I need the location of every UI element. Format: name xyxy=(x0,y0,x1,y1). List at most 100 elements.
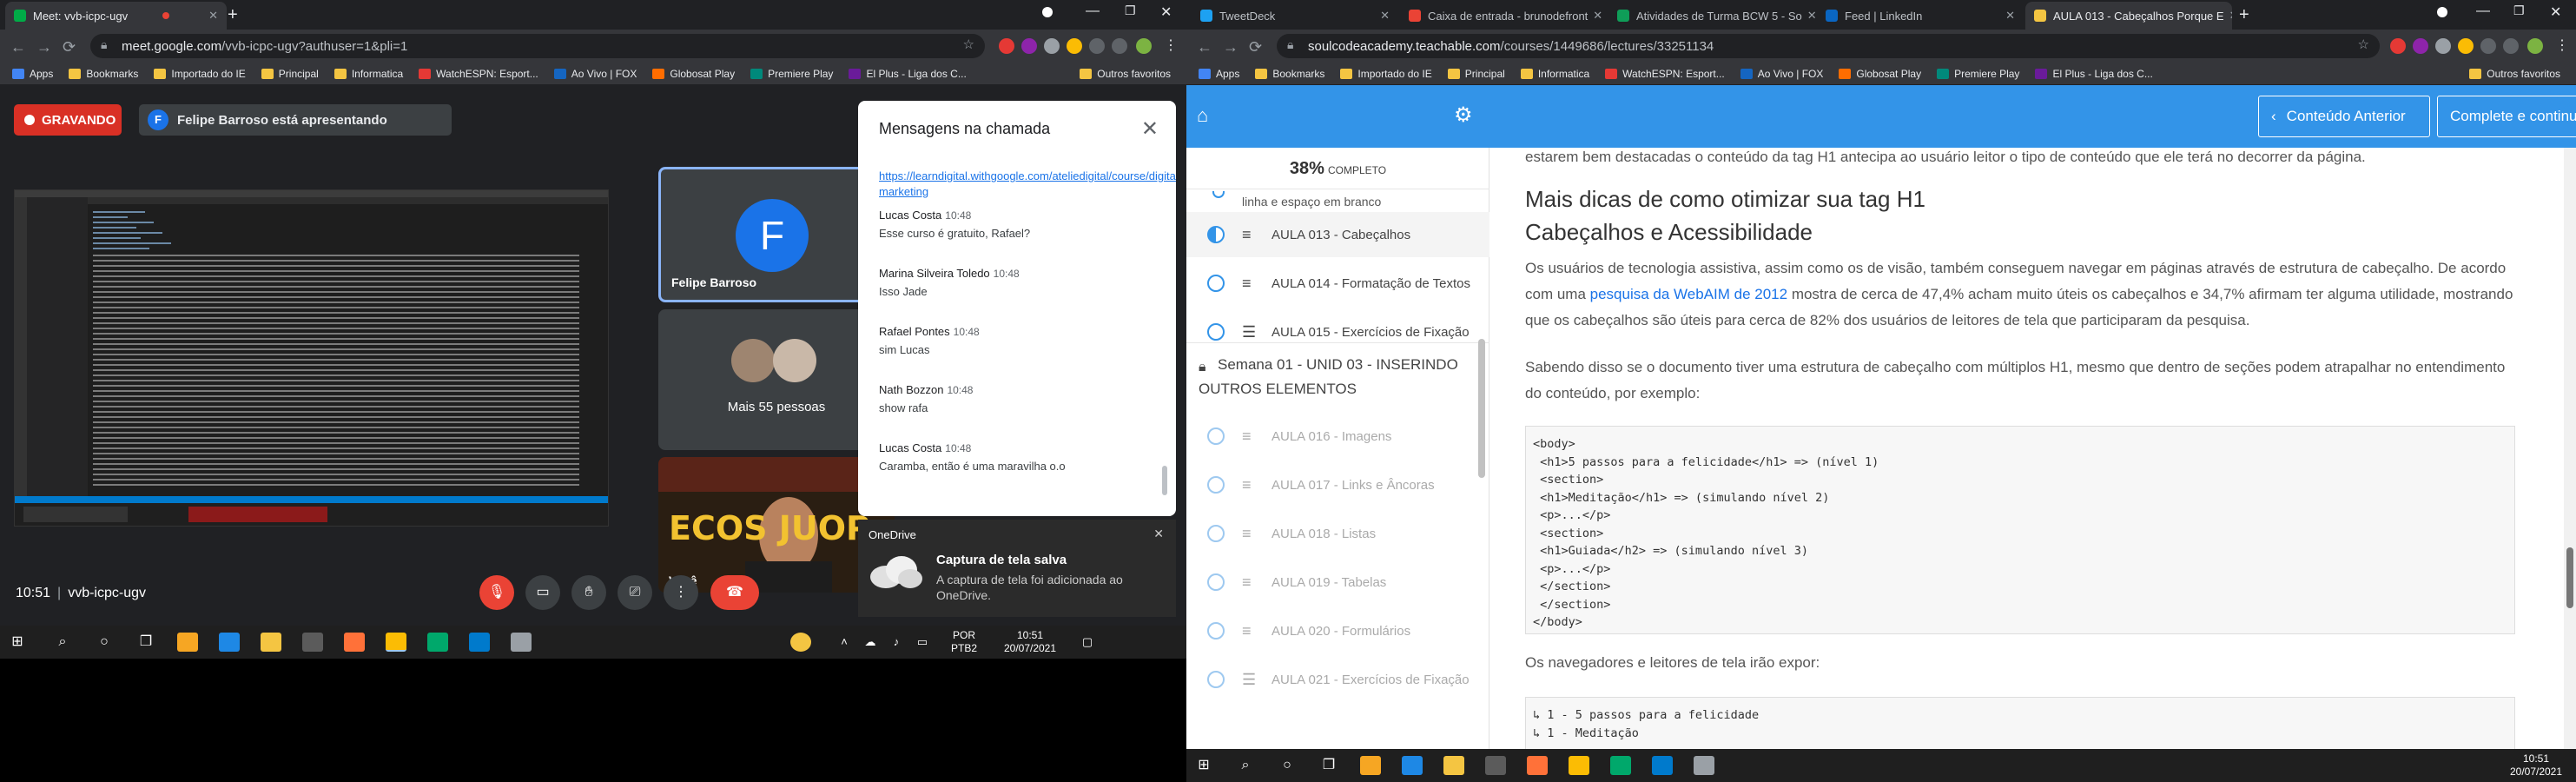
incomplete-circle-icon[interactable] xyxy=(1207,525,1225,542)
previous-content-button[interactable]: ‹ Conteúdo Anterior xyxy=(2258,96,2430,137)
maximize-icon[interactable]: ❐ xyxy=(1125,3,1136,18)
search-icon[interactable]: ⌕ xyxy=(52,633,73,652)
tab-gmail[interactable]: Caixa de entrada - brunodefront ✕ xyxy=(1400,2,1607,30)
bookmark-principal[interactable]: Principal xyxy=(261,68,319,80)
clock[interactable]: 10:51 20/07/2021 xyxy=(995,629,1065,655)
new-tab-icon[interactable]: + xyxy=(2239,5,2249,25)
windows-start-icon[interactable]: ⊞ xyxy=(1193,756,1214,775)
tab-meet[interactable]: Meet: vvb-icpc-ugv ✕ xyxy=(5,2,227,30)
cortana-icon[interactable]: ○ xyxy=(1277,756,1298,775)
incomplete-circle-icon[interactable] xyxy=(1207,476,1225,494)
complete-continue-button[interactable]: Complete e continue› xyxy=(2437,96,2576,137)
bookmark-informatica[interactable]: Informatica xyxy=(334,68,403,80)
network-icon[interactable]: ☁︎ xyxy=(860,633,881,652)
minimize-icon[interactable]: — xyxy=(2476,3,2490,19)
extensions-puzzle-icon[interactable] xyxy=(1089,38,1105,54)
chat-link[interactable]: https://learndigital.withgoogle.com/atel… xyxy=(879,169,1176,200)
close-toast-icon[interactable]: ✕ xyxy=(1153,527,1164,541)
task-view-icon[interactable]: ❐ xyxy=(1318,756,1339,775)
extension-gray-icon[interactable] xyxy=(2435,38,2451,54)
close-window-icon[interactable]: ✕ xyxy=(2550,3,2561,21)
menu-kebab-icon[interactable]: ⋮ xyxy=(2555,36,2569,54)
lesson-aula-013-cabecalhos[interactable]: ≡ AULA 013 - Cabeçalhos xyxy=(1186,212,1489,257)
file-explorer-icon[interactable] xyxy=(1443,756,1464,775)
extensions-puzzle-icon[interactable] xyxy=(2480,38,2496,54)
close-tab-icon[interactable]: ✕ xyxy=(203,9,218,23)
snipping-icon[interactable] xyxy=(1694,756,1714,775)
bookmark-bookmarks[interactable]: Bookmarks xyxy=(69,68,138,80)
windows-start-icon[interactable]: ⊞ xyxy=(7,633,28,652)
forward-icon[interactable]: → xyxy=(36,38,52,56)
url-bar[interactable]: 🔒︎ soulcodeacademy.teachable.com/courses… xyxy=(1277,34,2380,58)
chrome-icon[interactable] xyxy=(386,633,406,652)
vlc-icon[interactable] xyxy=(177,633,198,652)
maximize-icon[interactable]: ❐ xyxy=(2513,3,2525,18)
scroll-thumb[interactable] xyxy=(2566,547,2573,608)
close-tab-icon[interactable]: ✕ xyxy=(2000,9,2015,23)
incomplete-circle-icon[interactable] xyxy=(1207,573,1225,591)
new-tab-icon[interactable]: + xyxy=(228,5,238,25)
bookmark-informatica[interactable]: Informatica xyxy=(1520,68,1589,80)
chat-scrollbar[interactable] xyxy=(1162,466,1167,495)
lesson-aula-020-formularios[interactable]: ≡ AULA 020 - Formulários xyxy=(1186,608,1489,653)
tab-linkedin[interactable]: Feed | LinkedIn ✕ xyxy=(1817,2,2024,30)
tab-teachable[interactable]: AULA 013 - Cabeçalhos Porque E✕ xyxy=(2025,2,2232,30)
media-icon[interactable] xyxy=(1112,38,1127,54)
app-icon[interactable] xyxy=(427,633,448,652)
extension-purple-icon[interactable] xyxy=(1021,38,1037,54)
close-tab-icon[interactable]: ✕ xyxy=(2224,9,2232,23)
tab-tweetdeck[interactable]: TweetDeck ✕ xyxy=(1192,2,1398,30)
extension-yellow-icon[interactable] xyxy=(1067,38,1082,54)
extension-abp-icon[interactable] xyxy=(2390,38,2406,54)
firefox-icon[interactable] xyxy=(344,633,365,652)
bookmark-watchespn-esport[interactable]: WatchESPN: Esport... xyxy=(419,68,538,80)
tray-chevron-icon[interactable]: ˄ xyxy=(834,633,855,652)
bookmark-importado-do-ie[interactable]: Importado do IE xyxy=(1340,68,1432,80)
profile-avatar[interactable] xyxy=(2527,38,2543,54)
media-icon[interactable] xyxy=(2503,38,2519,54)
lesson-aula-017-links-e-ancoras[interactable]: ≡ AULA 017 - Links e Âncoras xyxy=(1186,462,1489,507)
home-icon[interactable]: ⌂ xyxy=(1197,104,1208,127)
extension-yellow-icon[interactable] xyxy=(2458,38,2474,54)
onedrive-toast[interactable]: OneDrive ✕ Captura de tela salva A captu… xyxy=(858,520,1176,617)
tab-classroom[interactable]: Atividades de Turma BCW 5 - So ✕ xyxy=(1608,2,1815,30)
bookmark-outros-favoritos[interactable]: Outros favoritos xyxy=(1080,68,1171,80)
raise-hand-button[interactable]: ✋︎ xyxy=(571,575,606,610)
lesson-aula-021-exercicios-de-fixacao[interactable]: ☰ AULA 021 - Exercícios de Fixação xyxy=(1186,657,1489,702)
vscode-icon[interactable] xyxy=(469,633,490,652)
reload-icon[interactable]: ⟳ xyxy=(63,38,76,56)
incomplete-circle-icon[interactable] xyxy=(1207,671,1225,688)
notification-icon[interactable]: ▢ xyxy=(1077,633,1098,652)
bookmark-watchespn-esport[interactable]: WatchESPN: Esport... xyxy=(1605,68,1725,80)
store-icon[interactable] xyxy=(1485,756,1506,775)
back-icon[interactable]: ← xyxy=(10,38,26,56)
lesson-aula-015-exercicios-de-fixacao[interactable]: ☰ AULA 015 - Exercícios de Fixação xyxy=(1186,309,1489,355)
close-chat-icon[interactable]: ✕ xyxy=(1141,116,1159,142)
weather-icon[interactable] xyxy=(790,633,811,652)
lesson-aula-019-tabelas[interactable]: ≡ AULA 019 - Tabelas xyxy=(1186,560,1489,605)
bookmark-el-plus-liga-dos-c[interactable]: El Plus - Liga dos C... xyxy=(2035,68,2153,80)
volume-icon[interactable]: ♪ xyxy=(886,633,907,652)
present-button[interactable]: ⎚ xyxy=(618,575,652,610)
search-icon[interactable]: ⌕ xyxy=(1235,756,1256,775)
minimize-icon[interactable]: — xyxy=(1086,3,1100,19)
vlc-icon[interactable] xyxy=(1360,756,1381,775)
bookmark-premiere-play[interactable]: Premiere Play xyxy=(1937,68,2019,80)
extension-purple-icon[interactable] xyxy=(2413,38,2428,54)
incomplete-circle-icon[interactable] xyxy=(1207,323,1225,341)
bookmark-apps[interactable]: Apps xyxy=(12,68,53,80)
bookmark-premiere-play[interactable]: Premiere Play xyxy=(750,68,833,80)
incomplete-circle-icon[interactable] xyxy=(1207,275,1225,292)
firefox-icon[interactable] xyxy=(1527,756,1548,775)
star-icon[interactable]: ☆ xyxy=(963,36,974,52)
lesson-aula-016-imagens[interactable]: ≡ AULA 016 - Imagens xyxy=(1186,414,1489,459)
file-explorer-icon[interactable] xyxy=(261,633,281,652)
extension-abp-icon[interactable] xyxy=(999,38,1014,54)
bookmark-outros-favoritos[interactable]: Outros favoritos xyxy=(2469,68,2560,80)
bookmark-principal[interactable]: Principal xyxy=(1447,68,1505,80)
half-complete-circle-icon[interactable] xyxy=(1207,226,1225,243)
menu-kebab-icon[interactable]: ⋮ xyxy=(1164,36,1178,54)
reload-icon[interactable]: ⟳ xyxy=(1249,38,1262,56)
leave-call-button[interactable]: ☎︎ xyxy=(710,575,759,610)
url-bar[interactable]: 🔒︎ meet.google.com/vvb-icpc-ugv?authuser… xyxy=(90,34,985,58)
